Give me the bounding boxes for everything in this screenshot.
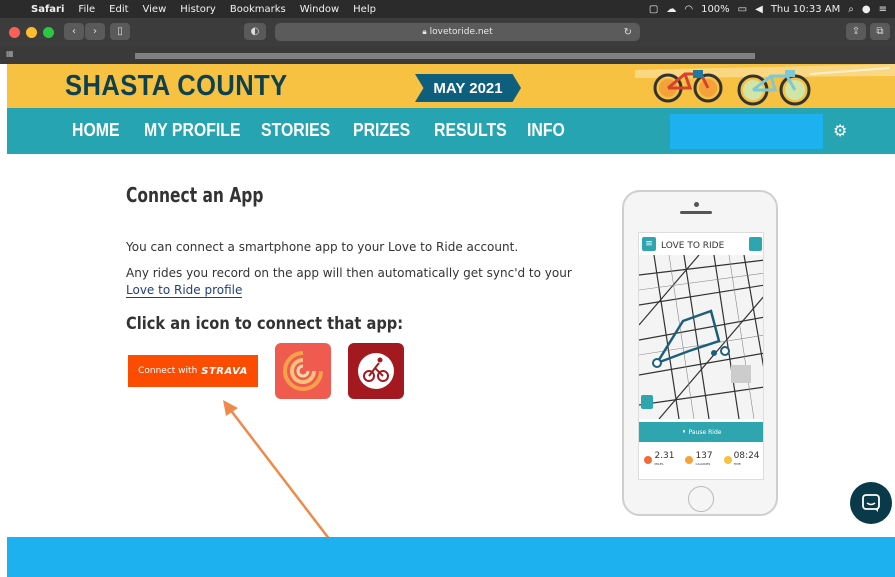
- phone-speaker: [680, 211, 712, 214]
- clock[interactable]: Thu 10:33 AM: [771, 4, 840, 15]
- address-bar[interactable]: 🔒︎ lovetoride.net ↻: [275, 23, 640, 41]
- privacy-shield-icon[interactable]: ◐: [244, 23, 266, 40]
- sync-text: Any rides you record on the app will the…: [126, 265, 596, 299]
- stat-miles-label: MILES: [654, 462, 664, 466]
- close-window-button[interactable]: [9, 26, 20, 38]
- favorites-grid-icon[interactable]: ▦: [6, 49, 14, 58]
- menu-history[interactable]: History: [173, 4, 223, 15]
- forward-icon[interactable]: ›: [85, 23, 105, 40]
- intro-text: You can connect a smartphone app to your…: [126, 240, 519, 254]
- volume-icon[interactable]: ◀: [755, 4, 763, 15]
- pause-icon: ⏸︎: [682, 428, 686, 435]
- reload-icon[interactable]: ↻: [624, 27, 632, 38]
- sync-text-body: Any rides you record on the app will the…: [126, 266, 572, 280]
- bike-app-icon[interactable]: [348, 343, 404, 399]
- stat-miles-value: 2.31: [654, 451, 675, 461]
- concentric-arcs-icon: [283, 351, 323, 391]
- time-icon: [723, 456, 732, 464]
- menu-bookmarks[interactable]: Bookmarks: [223, 4, 293, 15]
- route-map: [639, 255, 763, 419]
- strava-logo: STRAVA: [201, 365, 248, 377]
- bicycles-illustration: [635, 64, 895, 106]
- stat-miles: 2.31 MILES: [644, 451, 675, 468]
- stat-time-label: TIME: [733, 462, 741, 466]
- phone-screen: ≡ LOVE TO RIDE ⏸︎ Pause Ride 2.31 MILES …: [638, 232, 764, 480]
- menu-app-safari[interactable]: Safari: [24, 4, 71, 15]
- settings-icon: [749, 237, 762, 251]
- address-url: lovetoride.net: [429, 27, 493, 37]
- gear-icon[interactable]: ⚙: [833, 121, 847, 140]
- chat-icon: [862, 494, 880, 512]
- chat-support-button[interactable]: [850, 482, 892, 524]
- pause-ride-button: ⏸︎ Pause Ride: [639, 422, 763, 442]
- strava-button-label: Connect with: [138, 366, 198, 376]
- challenge-month-badge: MAY 2021: [415, 74, 521, 102]
- redacted-user-box[interactable]: [670, 114, 823, 149]
- love-to-ride-profile-link[interactable]: Love to Ride profile: [126, 283, 243, 298]
- favorites-bar: ▦: [0, 46, 895, 64]
- nav-prizes[interactable]: PRIZES: [353, 120, 410, 141]
- ride-stats: 2.31 MILES 137 CALORIES 08:24 TIME: [639, 446, 763, 474]
- wifi-icon[interactable]: ◠: [684, 4, 693, 15]
- stat-calories-value: 137: [695, 451, 713, 461]
- menu-icon: ≡: [642, 237, 656, 251]
- favorites-strip: [135, 53, 755, 59]
- lock-icon: 🔒︎: [422, 27, 427, 36]
- cloud-icon[interactable]: ☁: [666, 4, 676, 15]
- stat-time-value: 08:24: [733, 451, 760, 461]
- siri-icon[interactable]: ●: [862, 4, 871, 15]
- zoom-window-button[interactable]: [43, 26, 54, 38]
- battery-icon[interactable]: ▭: [738, 4, 747, 15]
- stat-calories-label: CALORIES: [695, 462, 711, 466]
- menu-view[interactable]: View: [136, 4, 174, 15]
- nav-results[interactable]: RESULTS: [434, 120, 507, 141]
- main-nav: HOME MY PROFILE STORIES PRIZES RESULTS I…: [7, 108, 895, 154]
- page-title: Connect an App: [126, 183, 264, 207]
- pause-ride-label: Pause Ride: [688, 428, 722, 436]
- stat-calories: 137 CALORIES: [685, 451, 713, 468]
- phone-home-button: [688, 486, 714, 512]
- cyclemeter-app-icon[interactable]: [275, 343, 331, 399]
- battery-percent[interactable]: 100%: [701, 4, 730, 15]
- miles-icon: [644, 456, 653, 464]
- stat-time: 08:24 TIME: [723, 451, 760, 468]
- back-icon[interactable]: ‹: [64, 23, 84, 40]
- share-icon[interactable]: ⇪: [846, 23, 866, 40]
- nav-stories[interactable]: STORIES: [261, 120, 330, 141]
- phone-camera: [694, 202, 699, 207]
- site-brand[interactable]: SHASTA COUNTY: [65, 70, 288, 103]
- menu-window[interactable]: Window: [293, 4, 346, 15]
- calories-icon: [685, 456, 694, 464]
- minimize-window-button[interactable]: [26, 26, 37, 38]
- connect-strava-button[interactable]: Connect with STRAVA: [128, 355, 258, 387]
- browser-toolbar: ‹ › ▯ ◐ 🔒︎ lovetoride.net ↻ ⇪ ⧉: [0, 18, 895, 46]
- window-controls: [9, 26, 54, 38]
- phone-app-title: LOVE TO RIDE: [661, 241, 725, 251]
- macos-menu-bar: Safari File Edit View History Bookmarks …: [0, 0, 895, 18]
- phone-mockup: ≡ LOVE TO RIDE ⏸︎ Pause Ride 2.31 MILES …: [622, 190, 778, 516]
- nav-home[interactable]: HOME: [72, 120, 120, 141]
- site-header: SHASTA COUNTY MAY 2021: [7, 64, 895, 108]
- sidebar-toggle-icon[interactable]: ▯: [110, 23, 130, 40]
- redacted-bottom-bar: [7, 537, 895, 577]
- screen-mirror-icon[interactable]: ▢: [649, 4, 658, 15]
- connect-instructions: Click an icon to connect that app:: [126, 314, 404, 334]
- notification-center-icon[interactable]: ≡: [879, 4, 887, 15]
- menu-file[interactable]: File: [71, 4, 102, 15]
- nav-my-profile[interactable]: MY PROFILE: [144, 120, 241, 141]
- spotlight-search-icon[interactable]: ⌕: [848, 4, 854, 15]
- menu-edit[interactable]: Edit: [102, 4, 135, 15]
- menu-help[interactable]: Help: [346, 4, 383, 15]
- tabs-overview-icon[interactable]: ⧉: [870, 23, 890, 40]
- nav-info[interactable]: INFO: [527, 120, 565, 141]
- cyclist-icon: [358, 353, 394, 389]
